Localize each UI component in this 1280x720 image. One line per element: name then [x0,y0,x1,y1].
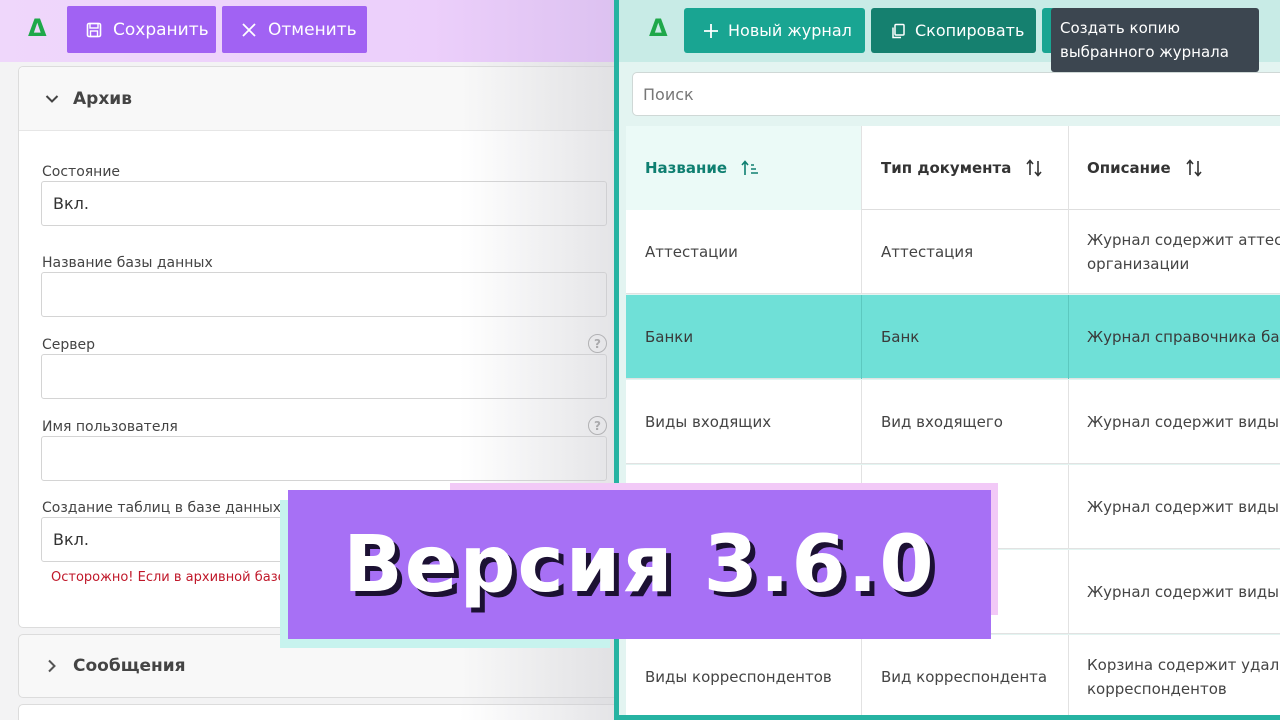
db-name-label: Название базы данных [42,255,213,271]
cell-type: Банк [862,295,1069,379]
column-header-name[interactable]: Название [626,126,862,210]
cell-description-line: Корзина содержит удале [1087,656,1280,674]
cell-name: Аттестации [626,210,862,294]
cancel-button[interactable]: Отменить [222,6,367,53]
sort-icon [1025,159,1043,177]
cell-description: Журнал содержит виды [1069,380,1280,464]
server-field[interactable] [41,354,607,399]
new-journal-button[interactable]: Новый журнал [684,8,865,53]
new-journal-button-label: Новый журнал [728,21,852,40]
cell-description: Журнал справочника ба [1069,295,1280,379]
help-icon[interactable]: ? [588,334,607,353]
search-input[interactable]: Поиск [632,72,1280,116]
table-header: Название Тип документа Описание [626,126,1280,210]
tooltip-line: Создать копию [1060,19,1180,37]
server-label: Сервер [42,337,96,353]
chevron-down-icon [45,92,59,106]
close-icon [240,21,258,39]
left-toolbar: Δ Сохранить Отменить [0,0,618,62]
table-row[interactable]: Аттестации Аттестация Журнал содержит ат… [626,210,1280,294]
logo: Δ [28,14,47,42]
username-label: Имя пользователя [42,419,178,435]
plus-icon [702,22,720,40]
cell-description-line: Журнал справочника ба [1087,328,1280,346]
username-field[interactable] [41,436,607,481]
column-header-type[interactable]: Тип документа [862,126,1069,210]
cell-name: Виды корреспондентов [626,635,862,715]
version-banner: Версия 3.6.0 [288,490,991,639]
copy-icon [889,22,907,40]
copy-button[interactable]: Скопировать [871,8,1036,53]
table-row-selected[interactable]: Банки Банк Журнал справочника ба [626,295,1280,379]
warning-text: Осторожно! Если в архивной базе с [51,570,297,585]
column-header-label: Описание [1087,159,1171,177]
cell-description: Журнал содержит виды [1069,550,1280,634]
cell-description: Журнал содержит виды [1069,465,1280,549]
save-button[interactable]: Сохранить [67,6,216,53]
cell-description-line: Журнал содержит виды [1087,583,1280,601]
cell-description: Корзина содержит удале корреспондентов [1069,635,1280,715]
column-header-label: Тип документа [881,159,1012,177]
cell-description: Журнал содержит аттест организации [1069,210,1280,294]
messages-section-title: Сообщения [73,656,186,676]
cell-description-line: Журнал содержит виды [1087,498,1280,516]
cell-description-line: Журнал содержит аттест [1087,231,1280,249]
db-name-field[interactable] [41,272,607,317]
state-field[interactable]: Вкл. [41,181,607,226]
cell-type: Аттестация [862,210,1069,294]
cell-type: Вид входящего [862,380,1069,464]
logo: Δ [649,14,668,42]
cell-description-line: организации [1087,255,1190,273]
sort-ascending-icon [741,160,759,176]
cell-description-line: Журнал содержит виды [1087,413,1280,431]
cancel-button-label: Отменить [268,19,357,40]
cell-name: Банки [626,295,862,379]
sort-icon [1185,159,1203,177]
archive-section-header[interactable]: Архив [19,67,618,131]
save-button-label: Сохранить [113,19,209,40]
create-tables-label: Создание таблиц в базе данных [42,500,282,516]
table-row[interactable]: Виды входящих Вид входящего Журнал содер… [626,380,1280,464]
next-section [18,704,618,720]
column-header-description[interactable]: Описание [1069,126,1280,210]
version-banner-text: Версия 3.6.0 [343,519,936,610]
tooltip-line: выбранного журнала [1060,43,1229,61]
chevron-right-icon [45,659,59,673]
cell-name: Виды входящих [626,380,862,464]
cell-description-line: корреспондентов [1087,680,1227,698]
help-icon[interactable]: ? [588,416,607,435]
state-label: Состояние [42,164,121,180]
floppy-disk-icon [85,21,103,39]
table-row[interactable]: Виды корреспондентов Вид корреспондента … [626,635,1280,715]
cell-type: Вид корреспондента [862,635,1069,715]
copy-tooltip: Создать копию выбранного журнала [1051,8,1259,72]
archive-section-title: Архив [73,88,132,109]
column-header-label: Название [645,159,728,177]
copy-button-label: Скопировать [915,21,1025,40]
